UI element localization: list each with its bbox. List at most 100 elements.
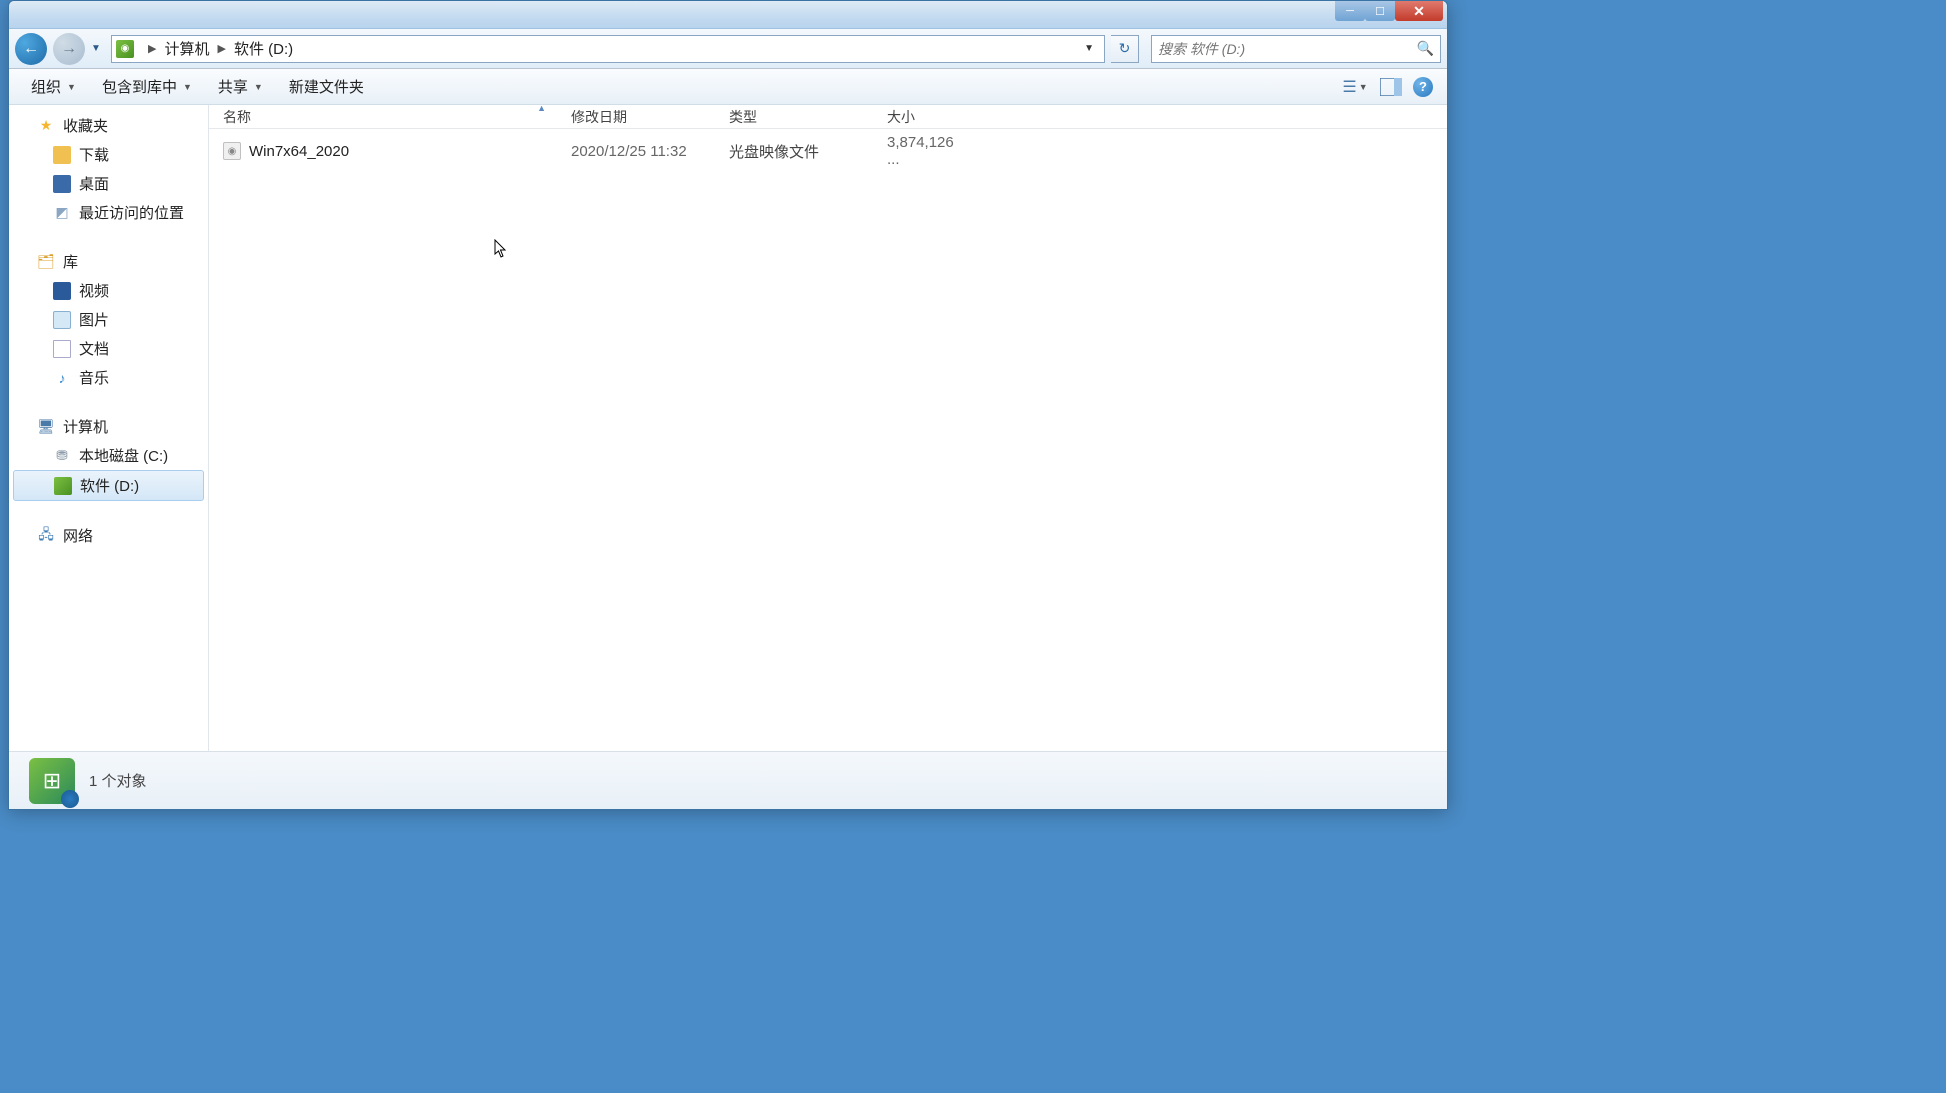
- file-name-cell: ◉ Win7x64_2020: [209, 142, 557, 160]
- new-folder-label: 新建文件夹: [289, 76, 364, 97]
- share-button[interactable]: 共享 ▼: [210, 72, 271, 101]
- file-type-cell: 光盘映像文件: [715, 141, 873, 162]
- sidebar-item-downloads[interactable]: 下载: [9, 140, 208, 169]
- back-button[interactable]: ←: [15, 33, 47, 65]
- sidebar-favorites-header[interactable]: ★ 收藏夹: [9, 111, 208, 140]
- file-list[interactable]: ◉ Win7x64_2020 2020/12/25 11:32 光盘映像文件 3…: [209, 129, 1447, 751]
- view-mode-button[interactable]: ☰ ▼: [1341, 75, 1369, 99]
- main-area: ★ 收藏夹 下载 桌面 ◩ 最近访问的位置 🗂: [9, 105, 1447, 751]
- sidebar-item-label: 音乐: [79, 367, 109, 388]
- sidebar-item-drive-c[interactable]: ⛃ 本地磁盘 (C:): [9, 441, 208, 470]
- sidebar-computer-group: 🖥 计算机 ⛃ 本地磁盘 (C:) 软件 (D:): [9, 412, 208, 501]
- breadcrumb-drive[interactable]: 软件 (D:): [234, 38, 293, 59]
- download-icon: [53, 146, 71, 164]
- include-library-button[interactable]: 包含到库中 ▼: [94, 72, 200, 101]
- toolbar: 组织 ▼ 包含到库中 ▼ 共享 ▼ 新建文件夹 ☰ ▼ ?: [9, 69, 1447, 105]
- organize-button[interactable]: 组织 ▼: [23, 72, 84, 101]
- column-name[interactable]: 名称 ▲: [209, 107, 557, 127]
- new-folder-button[interactable]: 新建文件夹: [281, 72, 372, 101]
- sidebar-item-label: 本地磁盘 (C:): [79, 445, 168, 466]
- column-type[interactable]: 类型: [715, 107, 873, 127]
- sidebar-libraries-group: 🗂 库 视频 图片 文档 ♪ 音乐: [9, 247, 208, 392]
- video-icon: [53, 282, 71, 300]
- star-icon: ★: [37, 117, 55, 135]
- network-icon: 🖧: [37, 527, 55, 545]
- status-text: 1 个对象: [89, 770, 147, 791]
- sidebar-item-documents[interactable]: 文档: [9, 334, 208, 363]
- search-input[interactable]: [1158, 41, 1417, 57]
- sidebar-item-pictures[interactable]: 图片: [9, 305, 208, 334]
- computer-icon: 🖥: [37, 418, 55, 436]
- sidebar-item-videos[interactable]: 视频: [9, 276, 208, 305]
- sidebar-libraries-header[interactable]: 🗂 库: [9, 247, 208, 276]
- explorer-window: ─ ☐ ✕ ← → ▼ ◉ ▶ 计算机 ▶ 软件 (D:) ▼ ↻ 🔍 组织 ▼…: [8, 0, 1448, 810]
- content-area: 名称 ▲ 修改日期 类型 大小 ◉ Win7x64_2020 2020/12/2…: [209, 105, 1447, 751]
- sidebar-item-label: 最近访问的位置: [79, 202, 184, 223]
- sidebar-network-group: 🖧 网络: [9, 521, 208, 550]
- library-icon: 🗂: [37, 253, 55, 271]
- document-icon: [53, 340, 71, 358]
- status-bar: ⊞ 1 个对象: [9, 751, 1447, 809]
- sidebar-item-label: 视频: [79, 280, 109, 301]
- search-icon[interactable]: 🔍: [1417, 40, 1434, 57]
- sidebar-item-recent[interactable]: ◩ 最近访问的位置: [9, 198, 208, 227]
- drive-large-icon: ⊞: [29, 758, 75, 804]
- music-icon: ♪: [53, 369, 71, 387]
- chevron-right-icon[interactable]: ▶: [217, 42, 225, 55]
- file-name: Win7x64_2020: [249, 143, 349, 160]
- sidebar-item-label: 软件 (D:): [80, 475, 139, 496]
- nav-history-dropdown[interactable]: ▼: [91, 43, 105, 54]
- chevron-down-icon: ▼: [254, 82, 263, 92]
- maximize-button[interactable]: ☐: [1365, 1, 1395, 21]
- sidebar: ★ 收藏夹 下载 桌面 ◩ 最近访问的位置 🗂: [9, 105, 209, 751]
- refresh-button[interactable]: ↻: [1111, 35, 1139, 63]
- desktop-icon: [53, 175, 71, 193]
- sidebar-item-label: 桌面: [79, 173, 109, 194]
- sidebar-item-drive-d[interactable]: 软件 (D:): [13, 470, 204, 501]
- minimize-button[interactable]: ─: [1335, 1, 1365, 21]
- help-button[interactable]: ?: [1413, 77, 1433, 97]
- organize-label: 组织: [31, 76, 61, 97]
- sidebar-network-header[interactable]: 🖧 网络: [9, 521, 208, 550]
- file-size-cell: 3,874,126 ...: [873, 134, 971, 168]
- sidebar-item-desktop[interactable]: 桌面: [9, 169, 208, 198]
- libraries-label: 库: [63, 251, 78, 272]
- computer-label: 计算机: [63, 416, 108, 437]
- window-controls: ─ ☐ ✕: [1335, 1, 1443, 28]
- disk-icon: ⛃: [53, 447, 71, 465]
- column-name-label: 名称: [223, 109, 251, 125]
- search-bar[interactable]: 🔍: [1151, 35, 1441, 63]
- picture-icon: [53, 311, 71, 329]
- drive-icon: ◉: [116, 40, 134, 58]
- toolbar-right: ☰ ▼ ?: [1341, 75, 1433, 99]
- address-bar[interactable]: ◉ ▶ 计算机 ▶ 软件 (D:) ▼: [111, 35, 1105, 63]
- chevron-down-icon: ▼: [1359, 82, 1368, 92]
- chevron-down-icon: ▼: [67, 82, 76, 92]
- title-bar: ─ ☐ ✕: [9, 1, 1447, 29]
- chevron-down-icon: ▼: [183, 82, 192, 92]
- close-button[interactable]: ✕: [1395, 1, 1443, 21]
- favorites-label: 收藏夹: [63, 115, 108, 136]
- file-date-cell: 2020/12/25 11:32: [557, 143, 715, 160]
- column-size[interactable]: 大小: [873, 107, 971, 127]
- network-label: 网络: [63, 525, 93, 546]
- preview-pane-button[interactable]: [1377, 75, 1405, 99]
- share-label: 共享: [218, 76, 248, 97]
- chevron-right-icon[interactable]: ▶: [148, 42, 156, 55]
- recent-icon: ◩: [53, 204, 71, 222]
- column-headers: 名称 ▲ 修改日期 类型 大小: [209, 105, 1447, 129]
- address-dropdown[interactable]: ▼: [1078, 43, 1100, 54]
- forward-button[interactable]: →: [53, 33, 85, 65]
- breadcrumb-computer[interactable]: 计算机: [164, 38, 209, 59]
- sidebar-computer-header[interactable]: 🖥 计算机: [9, 412, 208, 441]
- iso-file-icon: ◉: [223, 142, 241, 160]
- sidebar-favorites-group: ★ 收藏夹 下载 桌面 ◩ 最近访问的位置: [9, 111, 208, 227]
- drive-icon: [54, 477, 72, 495]
- column-date[interactable]: 修改日期: [557, 107, 715, 127]
- sidebar-item-music[interactable]: ♪ 音乐: [9, 363, 208, 392]
- sidebar-item-label: 图片: [79, 309, 109, 330]
- file-row[interactable]: ◉ Win7x64_2020 2020/12/25 11:32 光盘映像文件 3…: [209, 137, 1447, 165]
- sort-indicator-icon: ▲: [537, 105, 546, 113]
- include-library-label: 包含到库中: [102, 76, 177, 97]
- sidebar-item-label: 下载: [79, 144, 109, 165]
